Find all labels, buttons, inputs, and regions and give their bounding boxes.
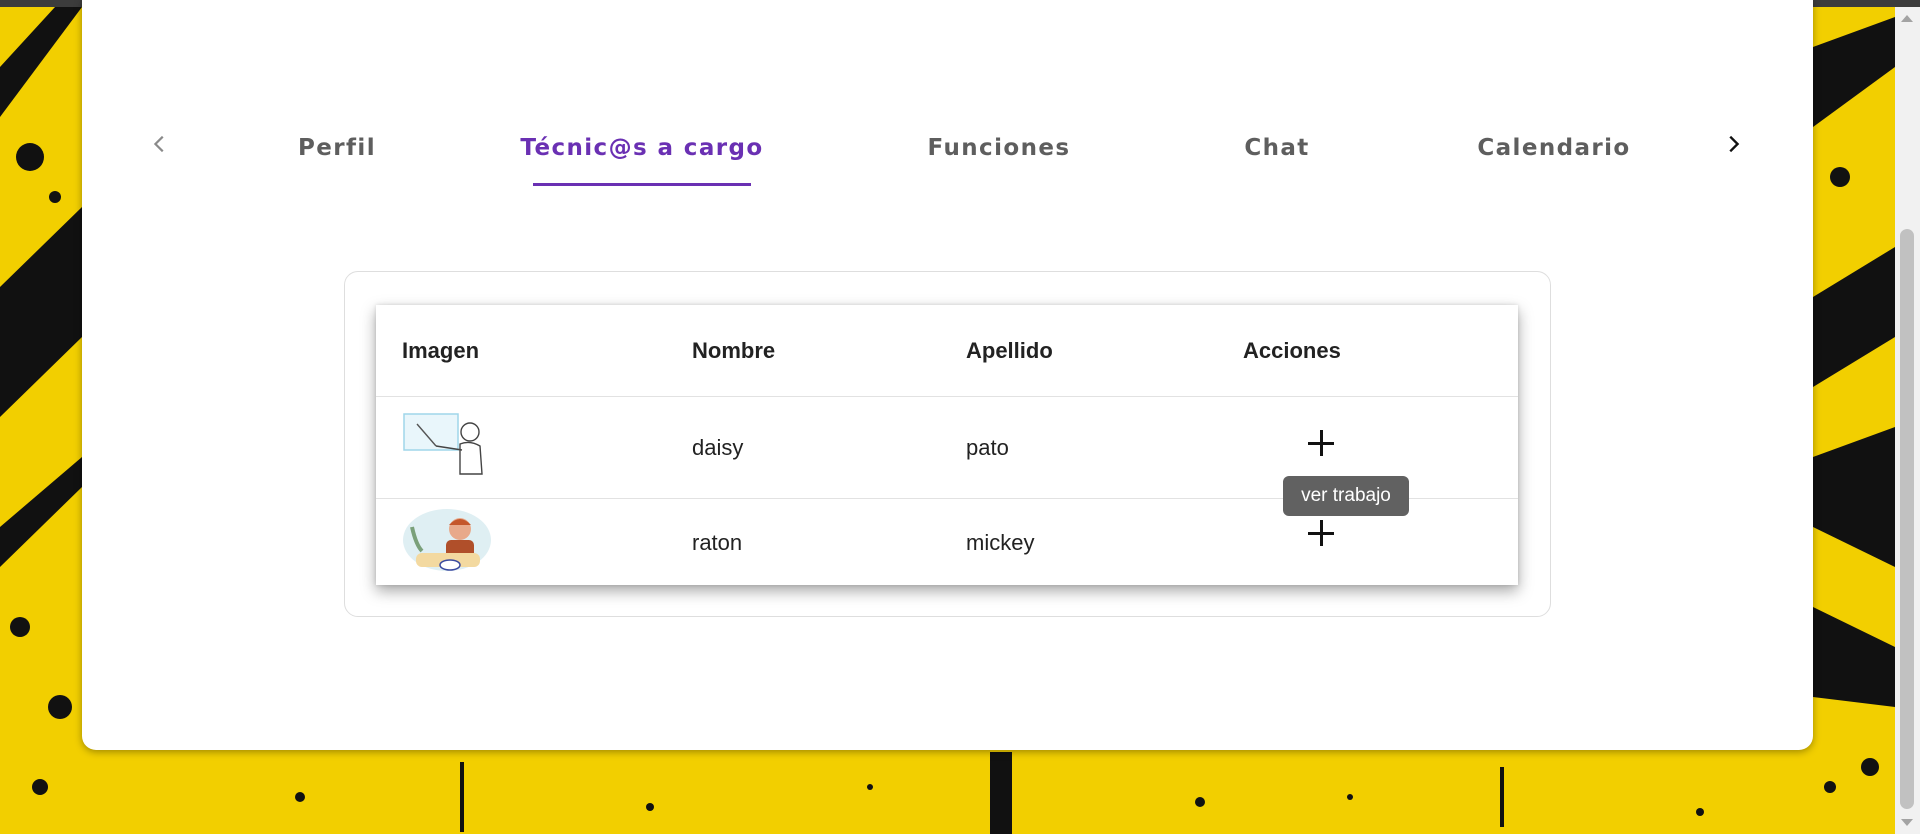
- tab-funciones[interactable]: Funciones: [922, 126, 1076, 170]
- tecnicos-table: Imagen Nombre Apellido Acciones daisy pa…: [376, 305, 1518, 585]
- column-header-imagen: Imagen: [402, 338, 480, 363]
- tab-label: Calendario: [1477, 135, 1631, 161]
- chevron-right-icon: [1722, 133, 1744, 160]
- tab-label: Chat: [1244, 135, 1310, 161]
- tabs-next-button[interactable]: [1713, 126, 1753, 166]
- scroll-down-arrow-icon[interactable]: [1901, 819, 1913, 826]
- cell-apellido: pato: [966, 435, 1009, 460]
- tab-calendario[interactable]: Calendario: [1474, 126, 1634, 170]
- tabs-prev-button[interactable]: [140, 126, 180, 166]
- active-tab-indicator: [533, 183, 751, 186]
- vertical-scrollbar[interactable]: [1895, 7, 1920, 834]
- student-avatar-image: [402, 507, 492, 573]
- cell-nombre: daisy: [692, 435, 744, 460]
- content-card: Perfil Técnic@s a cargo Funciones Chat C…: [82, 0, 1813, 750]
- tab-chat[interactable]: Chat: [1232, 126, 1322, 170]
- tab-perfil[interactable]: Perfil: [282, 126, 392, 170]
- scrollbar-thumb[interactable]: [1900, 229, 1914, 809]
- tab-label: Técnic@s a cargo: [520, 135, 764, 161]
- scroll-up-arrow-icon[interactable]: [1901, 15, 1913, 22]
- tab-label: Funciones: [927, 135, 1071, 161]
- table-header: Imagen Nombre Apellido Acciones: [376, 305, 1518, 397]
- chevron-left-icon: [149, 133, 171, 160]
- plus-icon[interactable]: [1304, 516, 1338, 550]
- teacher-avatar-image: [402, 412, 492, 478]
- tab-label: Perfil: [298, 135, 376, 161]
- cell-nombre: raton: [692, 530, 743, 555]
- column-header-acciones: Acciones: [1243, 338, 1341, 363]
- column-header-apellido: Apellido: [966, 338, 1053, 363]
- tooltip-ver-trabajo: ver trabajo: [1283, 476, 1409, 516]
- tab-bar: Perfil Técnic@s a cargo Funciones Chat C…: [82, 108, 1813, 190]
- plus-icon[interactable]: [1304, 426, 1338, 460]
- cell-apellido: mickey: [966, 530, 1035, 555]
- column-header-nombre: Nombre: [692, 338, 776, 363]
- tab-tecnicos-a-cargo[interactable]: Técnic@s a cargo: [520, 126, 762, 170]
